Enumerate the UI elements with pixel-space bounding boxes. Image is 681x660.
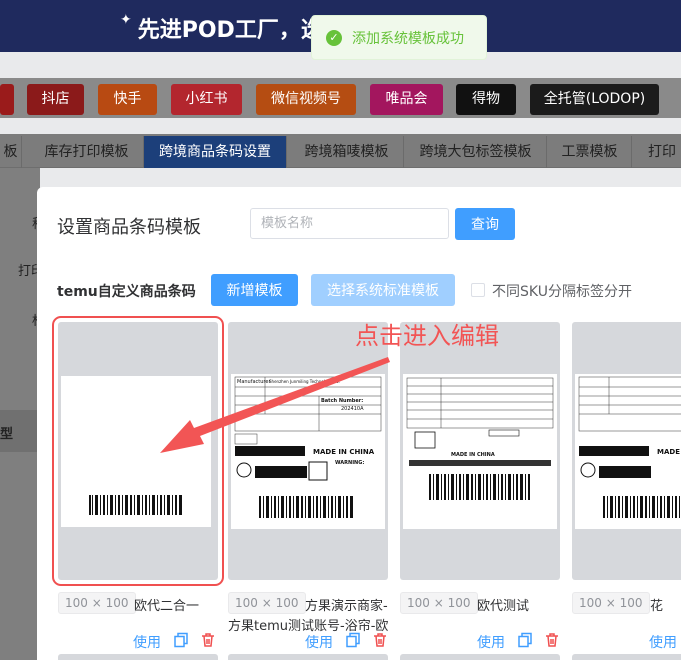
toast-message: 添加系统模板成功 [352, 30, 464, 47]
success-toast: ✓ 添加系统模板成功 [311, 15, 487, 60]
annotation-arrow-icon [160, 357, 390, 453]
check-circle-icon: ✓ [326, 29, 342, 46]
